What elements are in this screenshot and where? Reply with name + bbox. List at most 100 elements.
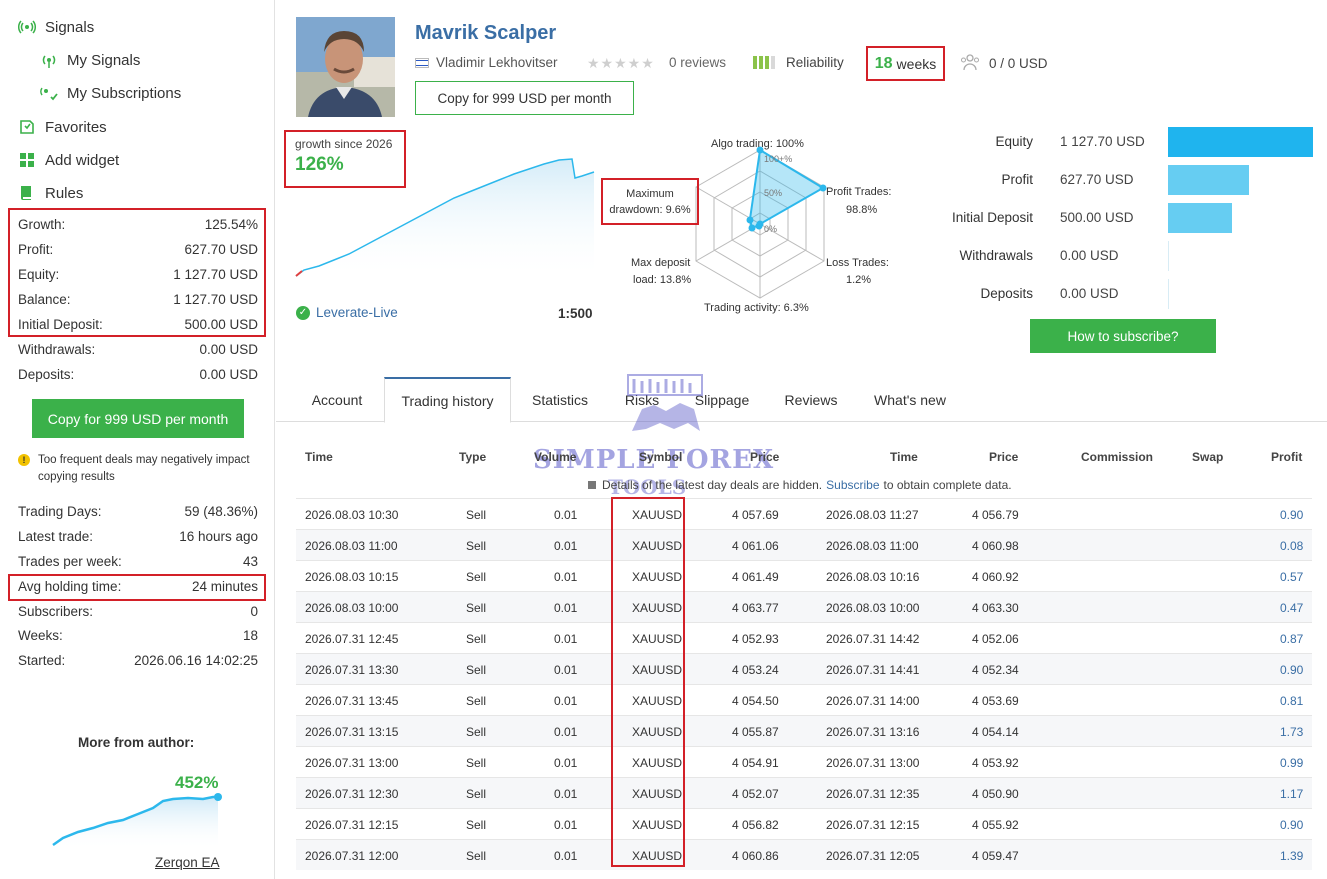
table-row: 2026.08.03 10:15 Sell 0.01 XAUUSD. 4 061.49 2… [296, 560, 1312, 591]
table-cell: 4 054.50 [732, 694, 779, 708]
table-cell: 0.90 [1280, 508, 1304, 522]
nav-rules[interactable]: Rules [18, 184, 83, 202]
table-cell: Sell [466, 539, 487, 553]
stat-row: Latest trade: 16 hours ago [18, 529, 258, 544]
reliability: Reliability [753, 55, 844, 70]
reviews-count[interactable]: 0 reviews [669, 55, 726, 70]
metric-bar [1168, 165, 1249, 195]
metric-bar [1168, 241, 1169, 271]
table-row: 2026.07.31 13:30 Sell 0.01 XAUUSD. 4 053.24 2… [296, 653, 1312, 684]
table-cell: 4 061.06 [732, 539, 779, 553]
nav-my-signals[interactable]: My Signals [40, 51, 140, 69]
table-cell: 2026.08.03 11:00 [826, 539, 919, 553]
table-cell: 0.01 [554, 756, 578, 770]
my-subscriptions-icon [40, 84, 58, 102]
table-cell: 0.01 [554, 818, 578, 832]
table-cell: 0.57 [1280, 570, 1304, 584]
table-cell: 0.01 [554, 849, 578, 863]
table-cell: Sell [466, 818, 487, 832]
author-name[interactable]: Vladimir Lekhovitser [415, 55, 558, 70]
stat-value: 2026.06.16 14:02:25 [134, 653, 258, 668]
tab-statistics[interactable]: Statistics [516, 377, 604, 422]
stat-label: Weeks: [18, 628, 63, 643]
table-cell: 2026.08.03 11:00 [305, 539, 398, 553]
nav-add-widget[interactable]: Add widget [18, 151, 119, 169]
metric-value: 0.00 USD [1060, 248, 1119, 263]
sidebar-copy-button[interactable]: Copy for 999 USD per month [32, 399, 244, 438]
table-cell: 4 057.69 [732, 508, 779, 522]
copy-button[interactable]: Copy for 999 USD per month [415, 81, 634, 115]
table-cell: Sell [466, 849, 487, 863]
table-cell: Sell [466, 756, 487, 770]
table-cell: 2026.07.31 14:42 [826, 632, 920, 646]
author-growth-value: 452% [175, 773, 219, 792]
tab-reviews[interactable]: Reviews [774, 377, 848, 422]
broker-server[interactable]: ✓ Leverate-Live [296, 305, 398, 320]
nav-signals[interactable]: Signals [18, 18, 94, 36]
tab-what-s-new[interactable]: What's new [860, 377, 960, 422]
tab-account[interactable]: Account [296, 377, 378, 422]
sidebar: Signals My Signals My Subscriptions Favo… [0, 0, 275, 879]
nav-favorites[interactable]: Favorites [18, 118, 107, 136]
stat-row: Weeks: 18 [18, 628, 258, 643]
column-header: Commission [1081, 450, 1154, 464]
nav-rules-label: Rules [45, 184, 84, 202]
reliability-label: Reliability [786, 55, 844, 70]
table-cell: 0.01 [554, 601, 578, 615]
table-cell: 1.73 [1280, 725, 1304, 739]
table-row: 2026.07.31 12:00 Sell 0.01 XAUUSD. 4 060.86 2… [296, 839, 1312, 870]
table-row: 2026.08.03 10:00 Sell 0.01 XAUUSD. 4 063.77 2… [296, 591, 1312, 622]
stat-row: Started: 2026.06.16 14:02:25 [18, 653, 258, 668]
metric-value: 1 127.70 USD [1060, 134, 1145, 149]
stat-value: 0.00 USD [199, 367, 258, 382]
hidden-note-text: Details of the latest day deals are hidd… [602, 478, 823, 492]
column-header: Price [989, 450, 1019, 464]
table-cell: 2026.07.31 12:15 [305, 818, 399, 832]
table-cell: 2026.07.31 12:00 [305, 849, 399, 863]
author-growth-chart [52, 793, 222, 850]
table-cell: 4 063.30 [972, 601, 1019, 615]
metric-label: Equity [995, 134, 1033, 149]
table-cell: 4 050.90 [972, 787, 1019, 801]
nav-my-subscriptions[interactable]: My Subscriptions [40, 84, 181, 102]
table-cell: 4 052.34 [972, 663, 1019, 677]
table-row: 2026.07.31 12:15 Sell 0.01 XAUUSD. 4 056.82 2… [296, 808, 1312, 839]
stat-label: Started: [18, 653, 66, 668]
table-cell: 1.39 [1280, 849, 1304, 863]
table-cell: 0.01 [554, 725, 578, 739]
warning-note: ! Too frequent deals may negatively impa… [18, 452, 258, 486]
nav-favorites-label: Favorites [45, 118, 107, 136]
author-name-text: Vladimir Lekhovitser [436, 55, 558, 70]
table-cell: Sell [466, 694, 487, 708]
table-cell: 2026.07.31 12:15 [826, 818, 920, 832]
author-signal-link[interactable]: Zerqon EA [155, 855, 220, 870]
signal-title[interactable]: Mavrik Scalper [415, 22, 556, 45]
tab-trading-history[interactable]: Trading history [384, 377, 511, 423]
subscribe-link[interactable]: Subscribe [826, 478, 879, 492]
table-cell: 0.08 [1280, 539, 1304, 553]
bull-logo-watermark [627, 374, 703, 431]
radar-loss-label-2: 1.2% [846, 274, 872, 286]
verified-check-icon: ✓ [296, 305, 310, 320]
how-to-subscribe-button[interactable]: How to subscribe? [1030, 319, 1216, 353]
table-cell: 4 059.47 [972, 849, 1019, 863]
widget-grid-icon [18, 151, 36, 169]
table-cell: 2026.08.03 10:30 [305, 508, 399, 522]
table-cell: 2026.07.31 13:00 [305, 756, 399, 770]
stat-row: Trading Days: 59 (48.36%) [18, 504, 258, 519]
column-header: Price [750, 450, 780, 464]
table-cell: 0.01 [554, 694, 578, 708]
weeks-number: 18 [874, 54, 893, 72]
stat-label: Trading Days: [18, 504, 102, 519]
radar-loss-label-1: Loss Trades: [826, 257, 889, 269]
table-cell: 0.99 [1280, 756, 1304, 770]
table-cell: Sell [466, 663, 487, 677]
table-row: 2026.07.31 12:30 Sell 0.01 XAUUSD. 4 052.07 2… [296, 777, 1312, 808]
stat-label: Trades per week: [18, 554, 122, 569]
table-cell: Sell [466, 632, 487, 646]
author-avatar [296, 17, 395, 117]
table-cell: 2026.08.03 11:27 [826, 508, 919, 522]
drawdown-highlight: Maximum drawdown: 9.6% [601, 178, 699, 225]
table-cell: 2026.07.31 13:16 [826, 725, 920, 739]
subscribers-icon [960, 53, 980, 74]
